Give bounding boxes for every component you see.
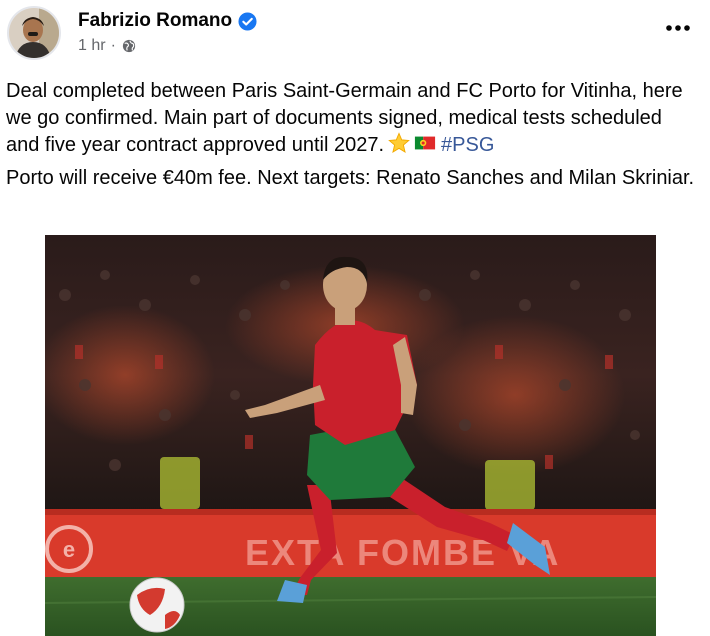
board-logo: e <box>63 537 75 562</box>
post-photo-image: e EXTA FOMBE VA <box>45 235 656 636</box>
post-paragraph-1-text: Deal completed between Paris Saint-Germa… <box>6 80 683 156</box>
post-meta: 1 hr · <box>78 37 136 55</box>
post-text: Deal completed between Paris Saint-Germa… <box>6 78 696 198</box>
post-time[interactable]: 1 hr <box>78 37 106 55</box>
globe-icon <box>122 39 136 53</box>
post-photo[interactable]: e EXTA FOMBE VA <box>45 235 656 636</box>
more-options-icon <box>666 25 690 31</box>
hashtag-link[interactable]: #PSG <box>441 134 494 156</box>
avatar[interactable] <box>7 6 61 60</box>
portugal-flag-icon <box>414 136 436 150</box>
more-options-button[interactable] <box>662 14 694 42</box>
football <box>129 577 185 633</box>
avatar-image <box>9 8 59 58</box>
post-paragraph-2: Porto will receive €40m fee. Next target… <box>6 167 695 189</box>
post-header: Fabrizio Romano 1 hr · <box>0 0 710 70</box>
post-paragraph-1: Deal completed between Paris Saint-Germa… <box>6 78 696 159</box>
meta-separator: · <box>110 37 116 54</box>
verified-badge-icon <box>238 12 257 31</box>
author-name[interactable]: Fabrizio Romano <box>78 10 232 32</box>
star-icon <box>388 132 410 153</box>
